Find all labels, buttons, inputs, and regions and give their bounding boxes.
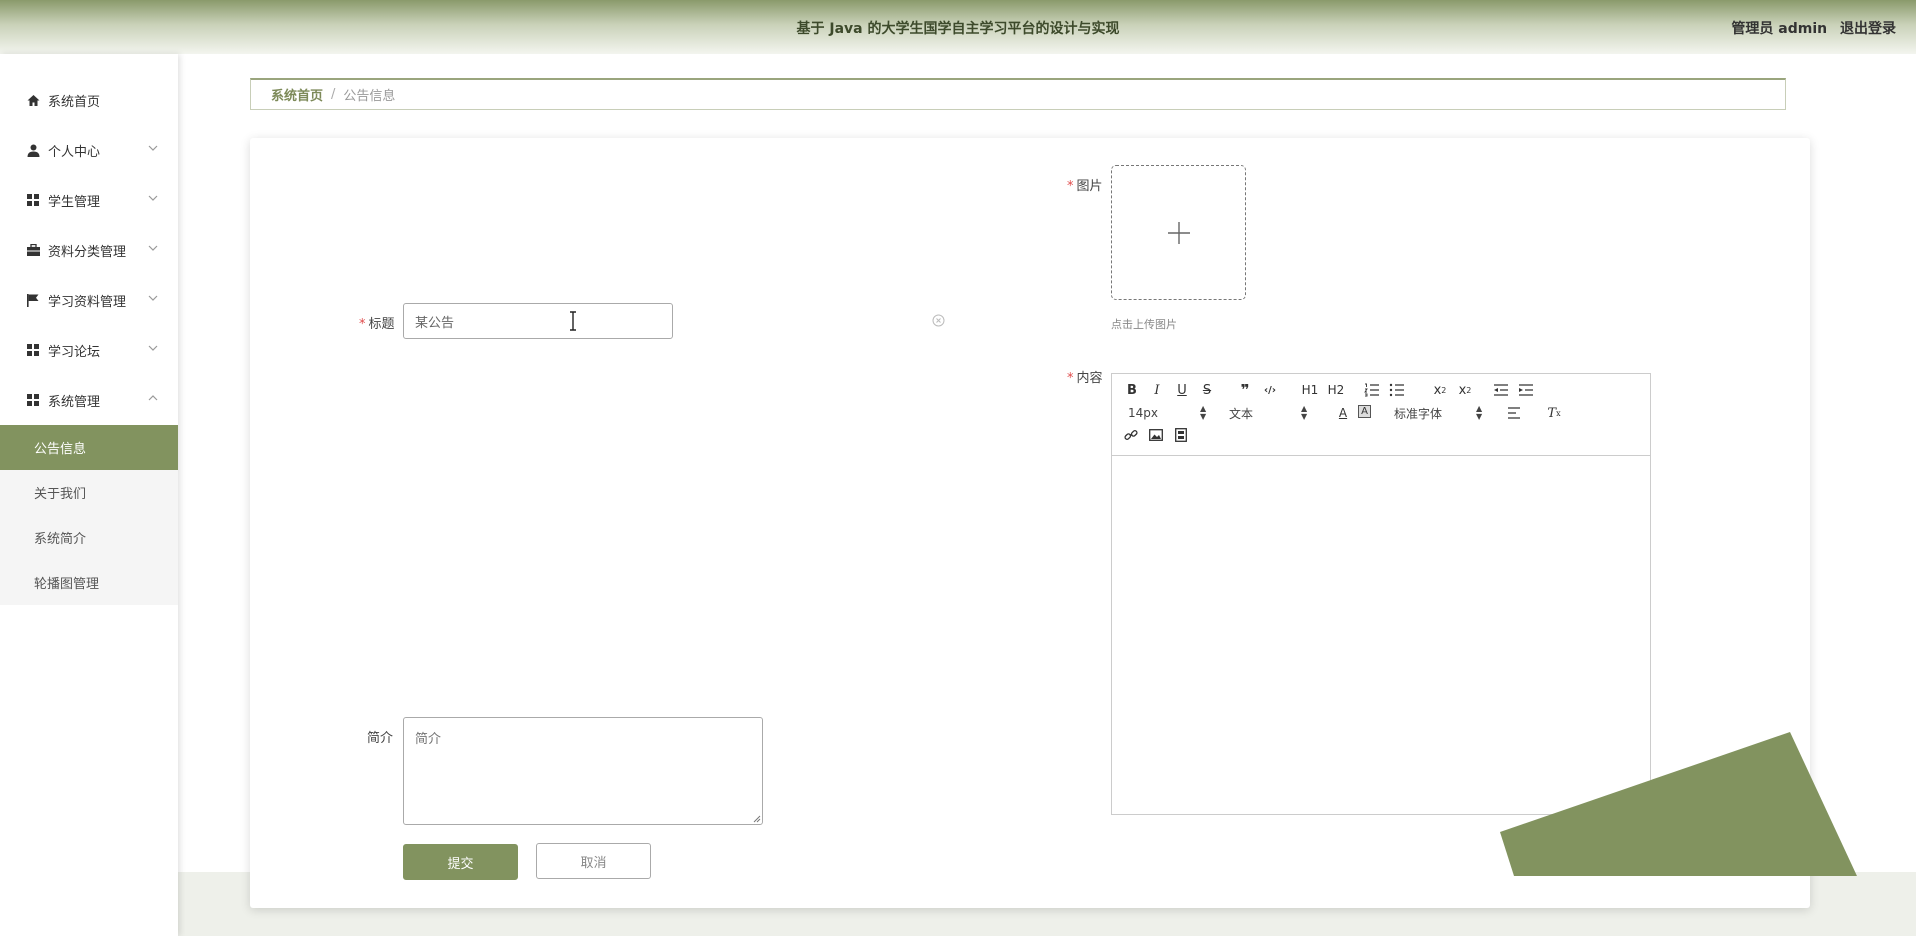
italic-icon[interactable]: I — [1148, 382, 1166, 398]
bullet-list-icon[interactable] — [1389, 383, 1405, 397]
chevron-down-icon — [148, 295, 158, 301]
superscript-icon[interactable]: x2 — [1455, 382, 1475, 398]
plus-icon — [1168, 222, 1190, 244]
grid-icon — [26, 343, 40, 357]
font-color-icon[interactable]: A — [1334, 405, 1352, 421]
font-family-value: 标准字体 — [1394, 406, 1443, 421]
chevron-down-icon — [148, 145, 158, 151]
header1-icon[interactable]: H1 — [1299, 382, 1321, 398]
chevron-down-icon — [148, 245, 158, 251]
blockquote-icon[interactable]: ❞ — [1236, 381, 1254, 399]
text-cursor-icon — [570, 311, 576, 331]
chevron-down-icon — [148, 345, 158, 351]
required-mark: * — [359, 317, 366, 332]
resize-grip-icon[interactable] — [753, 815, 761, 823]
header2-icon[interactable]: H2 — [1325, 382, 1347, 398]
clear-format-icon[interactable]: Tx — [1544, 405, 1564, 421]
submit-button[interactable]: 提交 — [403, 844, 518, 880]
user-icon — [26, 143, 40, 157]
breadcrumb-separator: / — [331, 87, 336, 102]
sidebar-subitem-notices[interactable]: 公告信息 — [0, 425, 178, 470]
sidebar-item-label: 学习资料管理 — [48, 294, 127, 310]
code-block-icon[interactable]: ‹/› — [1261, 382, 1279, 398]
app-title: 基于 Java 的大学生国学自主学习平台的设计与实现 — [796, 21, 1120, 37]
chevron-down-icon — [148, 195, 158, 201]
home-icon — [26, 93, 40, 107]
title-input[interactable] — [403, 303, 673, 339]
sidebar-item-materials[interactable]: 学习资料管理 — [0, 275, 178, 325]
sidebar-item-label: 学习论坛 — [48, 344, 101, 360]
grid-icon — [26, 193, 40, 207]
sidebar: 系统首页 个人中心 学生管理 资料分类管理 学习资料管理 学习论坛 系统管理 公… — [0, 54, 178, 936]
video-icon[interactable] — [1175, 428, 1187, 442]
intro-textarea[interactable] — [403, 717, 763, 825]
font-family-select[interactable]: 标准字体 ▲ ▼ — [1394, 405, 1484, 421]
sidebar-subitem-carousel[interactable]: 轮播图管理 — [0, 560, 178, 605]
briefcase-icon — [26, 243, 40, 257]
intro-label: 简介 — [367, 731, 394, 746]
clear-circle-icon[interactable] — [932, 314, 945, 327]
sidebar-subitem-about[interactable]: 关于我们 — [0, 470, 178, 515]
underline-icon[interactable]: U — [1173, 382, 1191, 398]
font-size-value: 14px — [1128, 406, 1158, 420]
editor-toolbar: B I U S ❞ ‹/› H1 H2 x2 x2 14px ▲ ▼ 文本 ▲ ▼ … — [1112, 374, 1650, 456]
required-mark: * — [1067, 371, 1074, 386]
flag-icon — [26, 293, 40, 307]
sidebar-item-label: 个人中心 — [48, 144, 101, 160]
sidebar-item-label: 学生管理 — [48, 194, 101, 210]
sidebar-item-label: 资料分类管理 — [48, 244, 127, 260]
align-icon[interactable] — [1507, 407, 1521, 419]
upload-hint: 点击上传图片 — [1111, 318, 1177, 331]
breadcrumb-home[interactable]: 系统首页 — [271, 85, 323, 104]
sidebar-item-forum[interactable]: 学习论坛 — [0, 325, 178, 375]
user-area: 管理员 admin 退出登录 — [1723, 18, 1896, 38]
outdent-icon[interactable] — [1493, 383, 1509, 397]
sidebar-item-students[interactable]: 学生管理 — [0, 175, 178, 225]
required-mark: * — [1067, 179, 1074, 194]
image-upload-box[interactable] — [1111, 165, 1246, 300]
sidebar-item-label: 系统首页 — [48, 94, 101, 110]
link-icon[interactable] — [1124, 428, 1138, 442]
select-arrows-icon: ▲ ▼ — [1476, 404, 1483, 421]
sidebar-subitem-intro[interactable]: 系统简介 — [0, 515, 178, 560]
subscript-icon[interactable]: x2 — [1430, 382, 1450, 398]
strikethrough-icon[interactable]: S — [1198, 382, 1216, 398]
sidebar-item-personal[interactable]: 个人中心 — [0, 125, 178, 175]
select-arrows-icon: ▲ ▼ — [1301, 404, 1308, 421]
sidebar-item-home[interactable]: 系统首页 — [0, 75, 178, 125]
image-label: 图片 — [1076, 179, 1103, 194]
top-header: 基于 Java 的大学生国学自主学习平台的设计与实现 管理员 admin 退出登… — [0, 0, 1916, 54]
decorative-shape — [1500, 732, 1857, 876]
header-select[interactable]: 文本 ▲ ▼ — [1229, 405, 1309, 421]
breadcrumb: 系统首页 / 公告信息 — [250, 78, 1786, 110]
font-size-select[interactable]: 14px ▲ ▼ — [1128, 405, 1208, 421]
sidebar-item-material-category[interactable]: 资料分类管理 — [0, 225, 178, 275]
logout-link[interactable]: 退出登录 — [1840, 21, 1896, 37]
user-label: 管理员 admin — [1731, 21, 1828, 37]
grid-icon — [26, 393, 40, 407]
image-icon[interactable] — [1149, 429, 1163, 441]
ordered-list-icon[interactable] — [1364, 383, 1380, 397]
chevron-up-icon — [148, 395, 158, 401]
breadcrumb-current: 公告信息 — [343, 89, 396, 104]
system-submenu: 公告信息 关于我们 系统简介 轮播图管理 — [0, 425, 178, 605]
title-label: 标题 — [368, 317, 395, 332]
header-select-value: 文本 — [1229, 406, 1254, 421]
select-arrows-icon: ▲ ▼ — [1200, 404, 1207, 421]
background-color-icon[interactable]: A — [1358, 405, 1371, 418]
image-label-wrap: * 图片 — [1067, 175, 1103, 194]
sidebar-item-label: 系统管理 — [48, 394, 101, 410]
content-label: 内容 — [1076, 371, 1103, 386]
bold-icon[interactable]: B — [1123, 382, 1141, 398]
sidebar-item-system[interactable]: 系统管理 — [0, 375, 178, 425]
indent-icon[interactable] — [1518, 383, 1534, 397]
content-label-wrap: * 内容 — [1067, 367, 1103, 386]
cancel-button[interactable]: 取消 — [536, 843, 651, 879]
title-label-wrap: * 标题 — [359, 313, 395, 332]
